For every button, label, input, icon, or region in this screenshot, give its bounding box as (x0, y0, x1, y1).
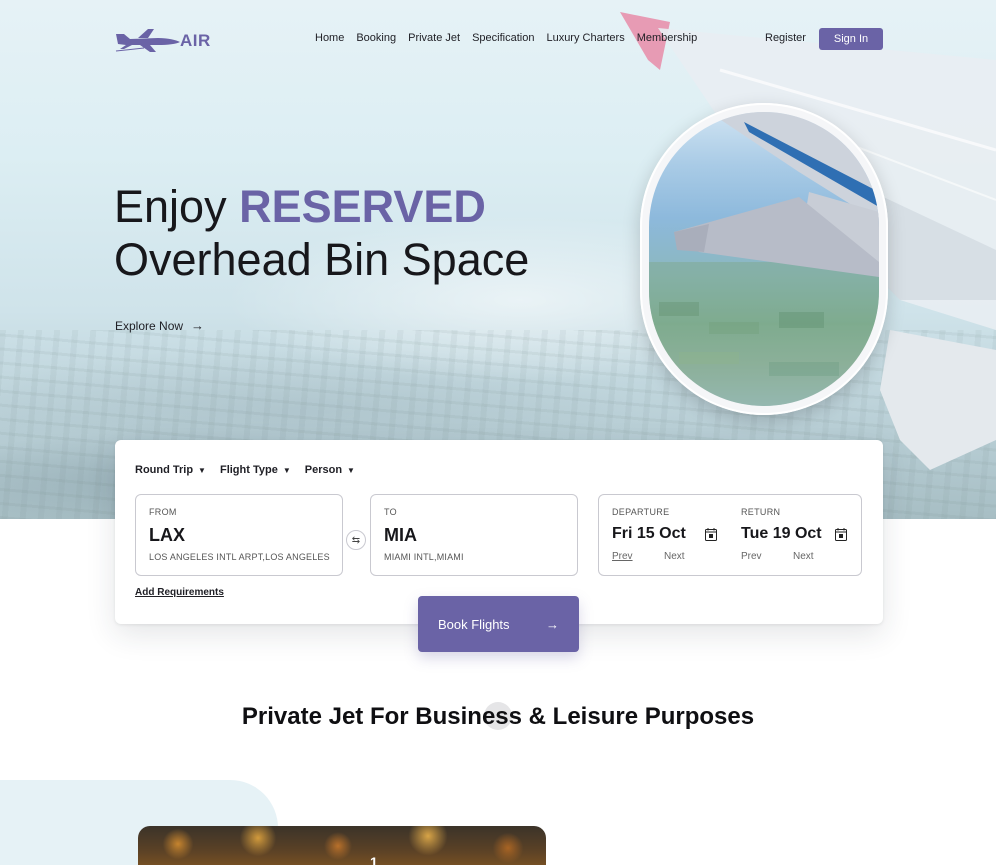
departure-date[interactable]: Fri 15 Oct (612, 525, 686, 543)
to-label: TO (384, 507, 397, 517)
return-label: RETURN (741, 507, 781, 517)
window-view-image (649, 112, 879, 406)
hero-title-prefix: Enjoy (114, 181, 227, 232)
hero-title-line2: Overhead Bin Space (114, 234, 530, 285)
explore-now-link[interactable]: Explore Now → (115, 318, 204, 333)
airplane-window-frame (640, 103, 888, 415)
return-date[interactable]: Tue 19 Oct (741, 525, 822, 543)
round-trip-dropdown[interactable]: Round Trip ▼ (135, 464, 206, 476)
dates-field: DEPARTURE Fri 15 Oct Prev Next RETURN Tu… (598, 494, 862, 576)
sign-in-button[interactable]: Sign In (819, 28, 883, 50)
caret-down-icon: ▼ (282, 465, 291, 475)
flight-type-label: Flight Type (219, 464, 278, 476)
section-title: Private Jet For Business & Leisure Purpo… (241, 703, 755, 730)
caret-down-icon: ▼ (347, 465, 355, 475)
photo-number: 1 (370, 854, 378, 865)
person-dropdown[interactable]: Person ▼ (305, 464, 355, 476)
nav-luxury-charters[interactable]: Luxury Charters (546, 32, 624, 44)
person-label: Person (304, 464, 343, 476)
nav-membership[interactable]: Membership (637, 32, 698, 44)
from-airport: LOS ANGELES INTL ARPT,LOS ANGELES (149, 552, 330, 562)
flight-type-dropdown[interactable]: Flight Type ▼ (220, 464, 291, 476)
book-flights-label: Book Flights (438, 616, 510, 632)
departure-prev[interactable]: Prev (612, 551, 633, 562)
departure-next[interactable]: Next (664, 551, 685, 562)
trip-options: Round Trip ▼ Flight Type ▼ Person ▼ (135, 464, 355, 476)
arrow-right-icon: → (546, 616, 559, 632)
round-trip-label: Round Trip (135, 464, 194, 476)
return-prev[interactable]: Prev (741, 551, 762, 562)
to-code: MIA (384, 525, 417, 545)
book-flights-button[interactable]: Book Flights → (418, 596, 579, 652)
logo-text: AIR (180, 31, 211, 50)
to-field[interactable]: TO MIA MIAMI INTL,MIAMI (370, 494, 578, 576)
logo[interactable]: AIR (114, 24, 214, 54)
calendar-icon[interactable] (705, 528, 717, 541)
hero-title: Enjoy RESERVED Overhead Bin Space (114, 180, 529, 286)
jet-photo: 1 (138, 826, 546, 865)
add-requirements-link[interactable]: Add Requirements (135, 587, 224, 598)
nav-specification[interactable]: Specification (472, 32, 534, 44)
arrow-right-icon: → (191, 318, 205, 333)
swap-icon: ⇆ (351, 534, 361, 546)
airplane-logo-icon (115, 29, 180, 52)
explore-label: Explore Now (115, 318, 184, 333)
nav-booking[interactable]: Booking (356, 32, 396, 44)
calendar-icon[interactable] (835, 528, 847, 541)
swap-airports-button[interactable]: ⇆ (346, 530, 366, 550)
from-code: LAX (149, 525, 185, 545)
return-next[interactable]: Next (793, 551, 814, 562)
from-field[interactable]: FROM LAX LOS ANGELES INTL ARPT,LOS ANGEL… (135, 494, 343, 576)
hero-title-accent: RESERVED (239, 181, 486, 232)
nav-home[interactable]: Home (315, 32, 344, 44)
main-nav: Home Booking Private Jet Specification L… (315, 32, 697, 44)
to-airport: MIAMI INTL,MIAMI (384, 552, 464, 562)
from-label: FROM (149, 507, 177, 517)
caret-down-icon: ▼ (198, 465, 206, 475)
register-link[interactable]: Register (765, 32, 806, 44)
nav-private-jet[interactable]: Private Jet (408, 32, 460, 44)
departure-label: DEPARTURE (612, 507, 670, 517)
